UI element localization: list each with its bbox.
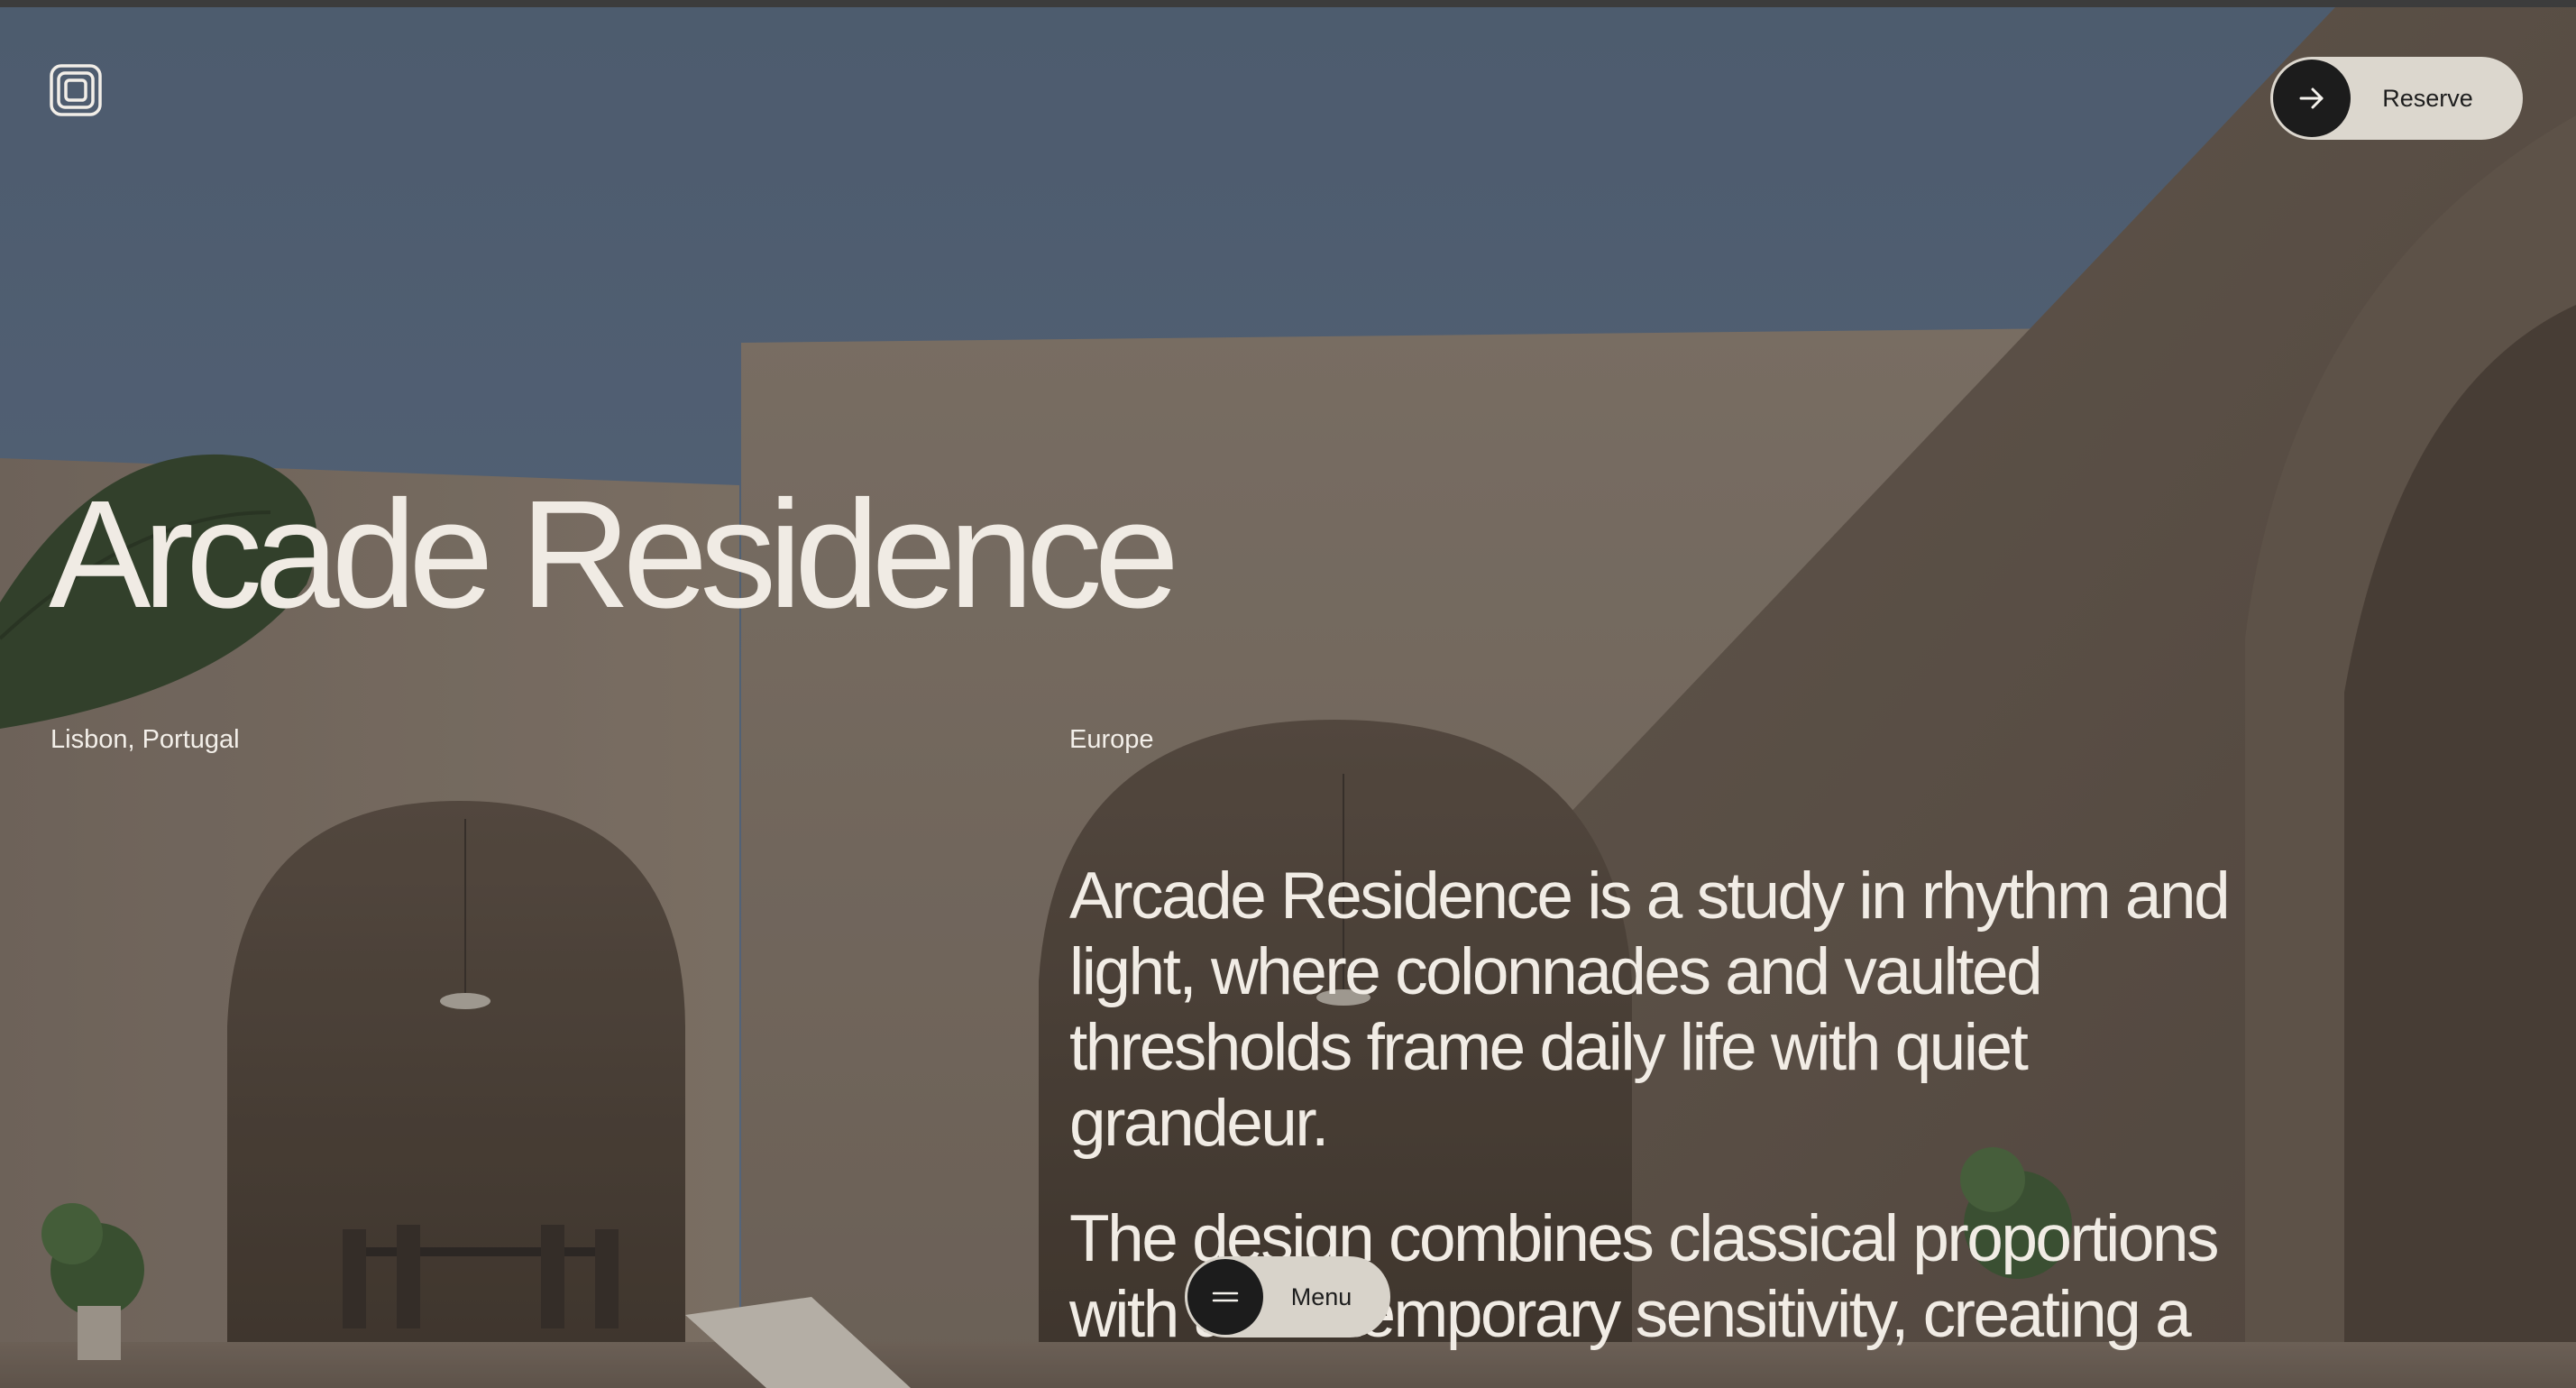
description-paragraph-1: Arcade Residence is a study in rhythm an…	[1069, 859, 2231, 1160]
reserve-label: Reserve	[2382, 84, 2473, 112]
arrow-right-icon	[2273, 60, 2351, 137]
location-label: Lisbon, Portugal	[50, 725, 240, 754]
page-title: Arcade Residence	[49, 469, 1179, 640]
page: Reserve Arcade Residence Lisbon, Portuga…	[0, 0, 2576, 1388]
region-label: Europe	[1069, 725, 1154, 754]
menu-label: Menu	[1290, 1282, 1352, 1310]
top-strip	[0, 0, 2576, 7]
menu-button[interactable]: Menu	[1185, 1256, 1390, 1337]
spiral-square-logo[interactable]	[49, 63, 103, 117]
logo-icon	[50, 64, 102, 116]
reserve-button[interactable]: Reserve	[2270, 57, 2523, 140]
hamburger-icon	[1187, 1259, 1263, 1335]
